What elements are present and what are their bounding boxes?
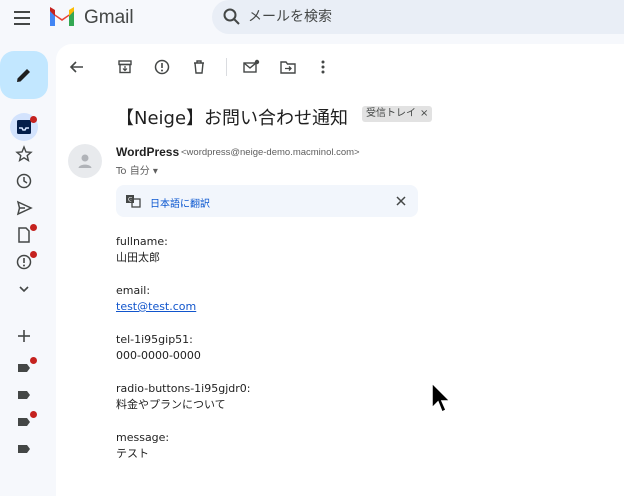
- search-box[interactable]: [212, 0, 624, 34]
- nav-label-1[interactable]: [10, 354, 38, 382]
- sender-name: WordPress: [116, 145, 180, 159]
- nav-label-4[interactable]: [10, 435, 38, 463]
- recipient-details-toggle[interactable]: To 自分 ▾: [116, 162, 158, 177]
- label-chip-text: 受信トレイ: [366, 108, 416, 119]
- unread-dot: [30, 411, 37, 418]
- archive-icon: [118, 60, 132, 74]
- plus-icon: [18, 330, 30, 342]
- email-subject: 【Neige】お問い合わせ通知: [116, 108, 349, 129]
- email-link[interactable]: test@test.com: [116, 300, 196, 313]
- field-label: tel-1i95gip51:: [116, 333, 193, 346]
- email-body: fullname: 山田太郎 email: test@test.com tel-…: [116, 234, 251, 479]
- field-value: 料金やプランについて: [116, 398, 226, 411]
- unread-dot: [30, 224, 37, 231]
- gmail-logo-icon: [50, 7, 74, 26]
- trash-icon: [194, 60, 204, 74]
- star-icon: [15, 145, 33, 162]
- search-input[interactable]: [248, 0, 624, 34]
- chevron-down-icon: [19, 286, 29, 293]
- nav-spam[interactable]: [10, 248, 38, 276]
- more-vert-icon: [321, 60, 325, 74]
- archive-button[interactable]: [114, 56, 136, 78]
- arrow-left-icon: [69, 61, 83, 73]
- body-field: radio-buttons-1i95gjdr0: 料金やプランについて: [116, 381, 251, 413]
- sender-avatar[interactable]: [68, 144, 102, 178]
- nav-starred[interactable]: [10, 140, 38, 168]
- label-tag-icon: [18, 391, 30, 399]
- report-spam-button[interactable]: [151, 56, 173, 78]
- main-menu-icon[interactable]: [12, 8, 34, 28]
- report-icon: [154, 59, 170, 75]
- back-button[interactable]: [66, 56, 88, 78]
- label-tag-icon: [18, 445, 30, 453]
- translate-icon: G: [126, 195, 141, 208]
- search-icon[interactable]: [222, 7, 242, 27]
- nav-inbox[interactable]: [10, 113, 38, 141]
- body-field: fullname: 山田太郎: [116, 234, 251, 266]
- message-panel: 【Neige】お問い合わせ通知 受信トレイ × WordPress <wordpr…: [56, 44, 624, 496]
- folder-move-icon: [280, 61, 296, 74]
- body-field: tel-1i95gip51: 000-0000-0000: [116, 332, 251, 364]
- remove-label-icon[interactable]: ×: [420, 108, 428, 119]
- top-bar: Gmail: [0, 0, 624, 36]
- move-to-button[interactable]: [277, 56, 299, 78]
- mark-unread-button[interactable]: [240, 56, 262, 78]
- unread-dot: [30, 251, 37, 258]
- field-value: テスト: [116, 447, 149, 460]
- nav-label-2[interactable]: [10, 381, 38, 409]
- more-options-button[interactable]: [312, 56, 334, 78]
- sender-email: <wordpress@neige-demo.macminol.com>: [181, 147, 360, 158]
- toolbar-divider: [226, 58, 227, 76]
- close-icon[interactable]: [394, 194, 408, 208]
- unread-dot: [30, 357, 37, 364]
- unread-dot: [30, 116, 37, 123]
- send-icon: [16, 200, 33, 216]
- compose-button[interactable]: [0, 51, 48, 99]
- translate-link[interactable]: 日本語に翻訳: [150, 195, 210, 210]
- translate-banner: G 日本語に翻訳: [116, 185, 418, 217]
- nav-snoozed[interactable]: [10, 167, 38, 195]
- field-label: fullname:: [116, 235, 168, 248]
- nav-drafts[interactable]: [10, 221, 38, 249]
- delete-button[interactable]: [188, 56, 210, 78]
- mouse-pointer-icon: [431, 382, 452, 414]
- field-label: message:: [116, 431, 170, 444]
- field-label: email:: [116, 284, 151, 297]
- body-field: email: test@test.com: [116, 283, 251, 315]
- mail-unread-icon: [243, 59, 260, 73]
- gmail-logo-text: Gmail: [84, 7, 134, 28]
- clock-icon: [16, 173, 32, 189]
- body-field: message: テスト: [116, 430, 251, 462]
- field-value: 山田太郎: [116, 251, 160, 264]
- field-value: 000-0000-0000: [116, 349, 201, 362]
- nav-sent[interactable]: [10, 194, 38, 222]
- inbox-label-chip[interactable]: 受信トレイ ×: [362, 106, 433, 122]
- field-label: radio-buttons-1i95gjdr0:: [116, 382, 251, 395]
- pencil-icon: [17, 69, 30, 82]
- nav-more[interactable]: [10, 275, 38, 303]
- nav-label-3[interactable]: [10, 408, 38, 436]
- person-icon: [78, 154, 92, 168]
- nav-add-label[interactable]: [10, 322, 38, 350]
